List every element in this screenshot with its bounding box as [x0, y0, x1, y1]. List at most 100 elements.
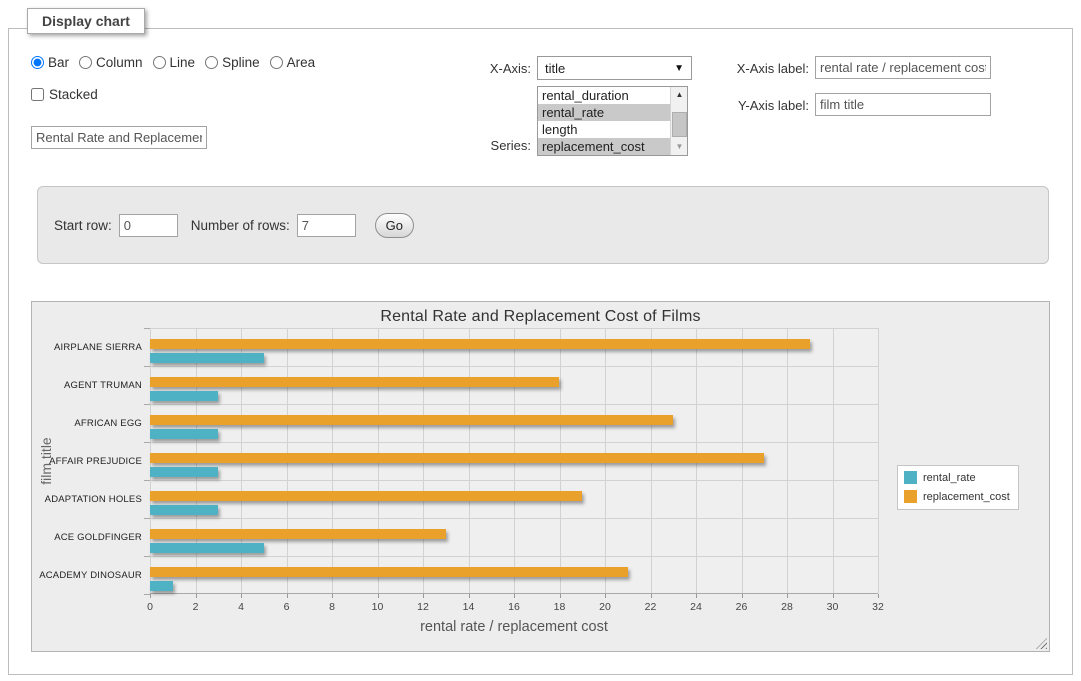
category-label: AGENT TRUMAN: [32, 366, 142, 404]
bar-rental_rate[interactable]: [150, 391, 218, 401]
bar-rental_rate[interactable]: [150, 543, 264, 553]
x-axis-tick-label: 8: [329, 601, 335, 613]
bar-replacement_cost[interactable]: [150, 567, 628, 577]
y-axis-tick: [144, 366, 150, 367]
x-axis-tick: [196, 594, 197, 598]
chart-type-area[interactable]: Area: [270, 55, 316, 70]
x-axis-tick: [696, 594, 697, 598]
category-label: ACADEMY DINOSAUR: [32, 556, 142, 594]
x-axis-tick-label: 2: [193, 601, 199, 613]
x-axis-tick: [742, 594, 743, 598]
series-option-length[interactable]: length: [538, 121, 670, 138]
y-axis-label-caption: Y-Axis label:: [709, 98, 809, 113]
resize-handle-icon[interactable]: [1036, 638, 1047, 649]
bar-replacement_cost[interactable]: [150, 529, 446, 539]
start-row-input[interactable]: [119, 214, 178, 237]
x-axis-tick: [560, 594, 561, 598]
x-axis-tick-label: 6: [284, 601, 290, 613]
display-chart-panel: Display chart BarColumnLineSplineArea St…: [8, 28, 1073, 675]
x-axis-tick-label: 18: [554, 601, 566, 613]
scroll-down-icon[interactable]: ▼: [671, 139, 688, 155]
x-axis-tick: [605, 594, 606, 598]
chart-type-spline[interactable]: Spline: [205, 55, 260, 70]
bar-replacement_cost[interactable]: [150, 453, 764, 463]
x-axis-tick: [651, 594, 652, 598]
scrollbar-thumb[interactable]: [672, 112, 687, 137]
chart-type-radio-area[interactable]: [270, 56, 283, 69]
category-label: AIRPLANE SIERRA: [32, 328, 142, 366]
y-axis-tick: [144, 442, 150, 443]
row-range-panel: Start row: Number of rows: Go: [37, 186, 1049, 264]
bar-rental_rate[interactable]: [150, 505, 218, 515]
bar-replacement_cost[interactable]: [150, 491, 582, 501]
chart-type-column[interactable]: Column: [79, 55, 143, 70]
num-rows-input[interactable]: [297, 214, 356, 237]
panel-legend: Display chart: [27, 8, 145, 34]
chart-type-radio-spline[interactable]: [205, 56, 218, 69]
bar-rental_rate[interactable]: [150, 429, 218, 439]
x-axis-select[interactable]: title ▼: [537, 56, 692, 80]
x-axis-tick: [287, 594, 288, 598]
x-axis-tick-label: 24: [690, 601, 702, 613]
chart-type-label: Area: [287, 55, 316, 70]
category-label: AFFAIR PREJUDICE: [32, 442, 142, 480]
bar-replacement_cost[interactable]: [150, 377, 559, 387]
x-axis-tick-label: 16: [508, 601, 520, 613]
x-axis-tick-label: 14: [463, 601, 475, 613]
series-option-replacement_cost[interactable]: replacement_cost: [538, 138, 670, 155]
category-label: AFRICAN EGG: [32, 404, 142, 442]
x-axis-tick-label: 0: [147, 601, 153, 613]
series-select-label: Series:: [457, 138, 531, 153]
x-axis-tick: [423, 594, 424, 598]
x-axis-tick: [833, 594, 834, 598]
bar-group-adaptation-holes: [150, 480, 878, 518]
bar-rental_rate[interactable]: [150, 467, 218, 477]
series-scrollbar[interactable]: ▲ ▼: [670, 87, 687, 155]
bar-group-airplane-sierra: [150, 328, 878, 366]
start-row-label: Start row:: [54, 218, 112, 233]
go-button[interactable]: Go: [375, 213, 414, 238]
x-axis-tick-label: 30: [827, 601, 839, 613]
stacked-checkbox[interactable]: [31, 88, 44, 101]
bar-group-african-egg: [150, 404, 878, 442]
stacked-label: Stacked: [49, 87, 98, 102]
dropdown-arrow-icon: ▼: [674, 63, 691, 74]
chart-type-bar[interactable]: Bar: [31, 55, 69, 70]
chart-type-radio-bar[interactable]: [31, 56, 44, 69]
legend-label: replacement_cost: [923, 491, 1010, 503]
bar-replacement_cost[interactable]: [150, 415, 673, 425]
bar-group-affair-prejudice: [150, 442, 878, 480]
y-axis-tick: [144, 518, 150, 519]
y-axis-tick: [144, 480, 150, 481]
chart-type-radios: Bar Column Line Spline Area: [31, 55, 325, 70]
chart-type-radio-line[interactable]: [153, 56, 166, 69]
num-rows-label: Number of rows:: [191, 218, 290, 233]
x-axis-tick: [469, 594, 470, 598]
chart-type-label: Spline: [222, 55, 260, 70]
bar-rental_rate[interactable]: [150, 581, 173, 591]
chart-type-line[interactable]: Line: [153, 55, 196, 70]
bar-rental_rate[interactable]: [150, 353, 264, 363]
series-multiselect[interactable]: rental_durationrental_ratelengthreplacem…: [537, 86, 688, 156]
legend-item-rental_rate[interactable]: rental_rate: [904, 471, 1010, 484]
bar-group-academy-dinosaur: [150, 556, 878, 594]
x-axis-tick-label: 28: [781, 601, 793, 613]
stacked-option[interactable]: Stacked: [31, 87, 98, 102]
bar-replacement_cost[interactable]: [150, 339, 810, 349]
chart-type-label: Column: [96, 55, 143, 70]
display-chart-page: Display chart Bar Column Line Spline Area St…: [0, 0, 1081, 681]
chart-type-radio-column[interactable]: [79, 56, 92, 69]
chart-title-input[interactable]: [31, 126, 207, 149]
category-label: ACE GOLDFINGER: [32, 518, 142, 556]
series-option-rental_rate[interactable]: rental_rate: [538, 104, 670, 121]
chart-type-label: Line: [170, 55, 196, 70]
x-axis-tick-label: 22: [645, 601, 657, 613]
x-axis-label-input[interactable]: [815, 56, 991, 79]
series-option-rental_duration[interactable]: rental_duration: [538, 87, 670, 104]
legend-item-replacement_cost[interactable]: replacement_cost: [904, 490, 1010, 503]
chart-type-label: Bar: [48, 55, 69, 70]
chart-legend: rental_rate replacement_cost: [897, 465, 1019, 510]
y-axis-label-input[interactable]: [815, 93, 991, 116]
chart-plot-area: [150, 328, 878, 594]
scroll-up-icon[interactable]: ▲: [671, 87, 688, 103]
